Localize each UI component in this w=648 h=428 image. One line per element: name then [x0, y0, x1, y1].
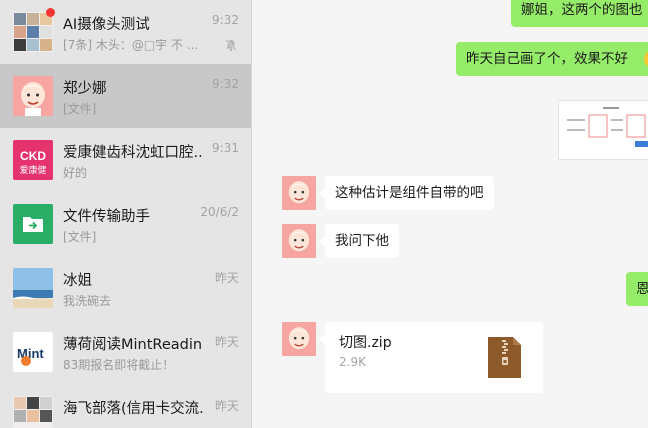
conversation-preview: [文件] — [63, 230, 97, 244]
conversation-time: 昨天 — [214, 335, 239, 349]
brand-avatar-text: Mint — [17, 346, 44, 361]
conversation-preview: 好的 — [63, 166, 88, 180]
conversation-preview: [7条] 木头：@□宇 不 ... — [63, 38, 199, 52]
sent-message[interactable]: 娜姐，这两个的图也 — [511, 0, 648, 27]
conversation-title: 冰姐 — [63, 273, 92, 289]
conversation-item-active[interactable]: 郑少娜 9:32 [文件] — [0, 64, 251, 128]
brand-avatar: Mint — [13, 332, 53, 372]
received-message[interactable]: 我问下他 — [319, 224, 399, 258]
group-avatar — [13, 12, 53, 52]
conversation-list: AI摄像头测试 9:32 [7条] 木头：@□宇 不 ... 郑少娜 9:32 … — [0, 0, 252, 428]
mute-icon — [225, 39, 237, 52]
image-thumbnail — [559, 101, 648, 159]
group-avatar — [13, 396, 53, 428]
conversation-item[interactable]: AI摄像头测试 9:32 [7条] 木头：@□宇 不 ... — [0, 0, 251, 64]
conversation-item[interactable]: 冰姐 昨天 我洗碗去 — [0, 256, 251, 320]
chat-panel: 娜姐，这两个的图也 昨天自己画了个，效果不好 这种估计是组件自带的吧 我问下他 … — [252, 0, 648, 428]
image-message[interactable] — [558, 100, 648, 160]
conversation-item[interactable]: Mint 薄荷阅读MintReading 昨天 83期报名即将截止！ — [0, 320, 251, 384]
conversation-preview: 我洗碗去 — [63, 294, 112, 308]
conversation-item[interactable]: CKD 爱康健 爱康健齿科沈虹口腔... 9:31 好的 — [0, 128, 251, 192]
conversation-item[interactable]: 文件传输助手 20/6/2 [文件] — [0, 192, 251, 256]
contact-avatar[interactable] — [282, 322, 316, 356]
svg-text:CKD: CKD — [20, 149, 46, 163]
zip-file-icon — [488, 337, 521, 378]
contact-avatar — [13, 268, 53, 308]
file-message[interactable]: 切图.zip 2.9K — [319, 322, 543, 393]
conversation-item[interactable]: 海飞部落(信用卡交流... 昨天 — [0, 384, 251, 428]
conversation-title: AI摄像头测试 — [63, 17, 150, 33]
conversation-time: 20/6/2 — [200, 205, 239, 219]
contact-avatar[interactable] — [282, 224, 316, 258]
sent-message[interactable]: 恩 — [626, 272, 648, 306]
brand-avatar: CKD 爱康健 — [13, 140, 53, 180]
file-size: 2.9K — [339, 355, 366, 369]
brand-avatar-text: 爱康健 — [19, 164, 46, 176]
conversation-time: 昨天 — [214, 399, 239, 413]
file-name: 切图.zip — [339, 335, 392, 351]
conversation-preview: 83期报名即将截止！ — [63, 358, 175, 372]
sent-message[interactable]: 昨天自己画了个，效果不好 — [456, 42, 648, 76]
contact-avatar — [13, 76, 53, 116]
conversation-time: 昨天 — [214, 271, 239, 285]
conversation-title: 文件传输助手 — [63, 209, 150, 225]
laugh-emoji-icon — [644, 50, 648, 68]
conversation-title: 郑少娜 — [63, 81, 107, 97]
sent-message-text: 昨天自己画了个，效果不好 — [466, 51, 628, 67]
unread-dot — [46, 8, 55, 17]
contact-avatar[interactable] — [282, 176, 316, 210]
conversation-time: 9:31 — [212, 141, 239, 155]
conversation-time: 9:32 — [212, 13, 239, 27]
received-message[interactable]: 这种估计是组件自带的吧 — [319, 176, 494, 210]
conversation-time: 9:32 — [212, 77, 239, 91]
file-transfer-avatar — [13, 204, 53, 244]
conversation-title: 海飞部落(信用卡交流... — [63, 401, 203, 417]
conversation-preview: [文件] — [63, 102, 97, 116]
conversation-title: 爱康健齿科沈虹口腔... — [63, 145, 203, 161]
conversation-title: 薄荷阅读MintReading — [63, 337, 203, 353]
